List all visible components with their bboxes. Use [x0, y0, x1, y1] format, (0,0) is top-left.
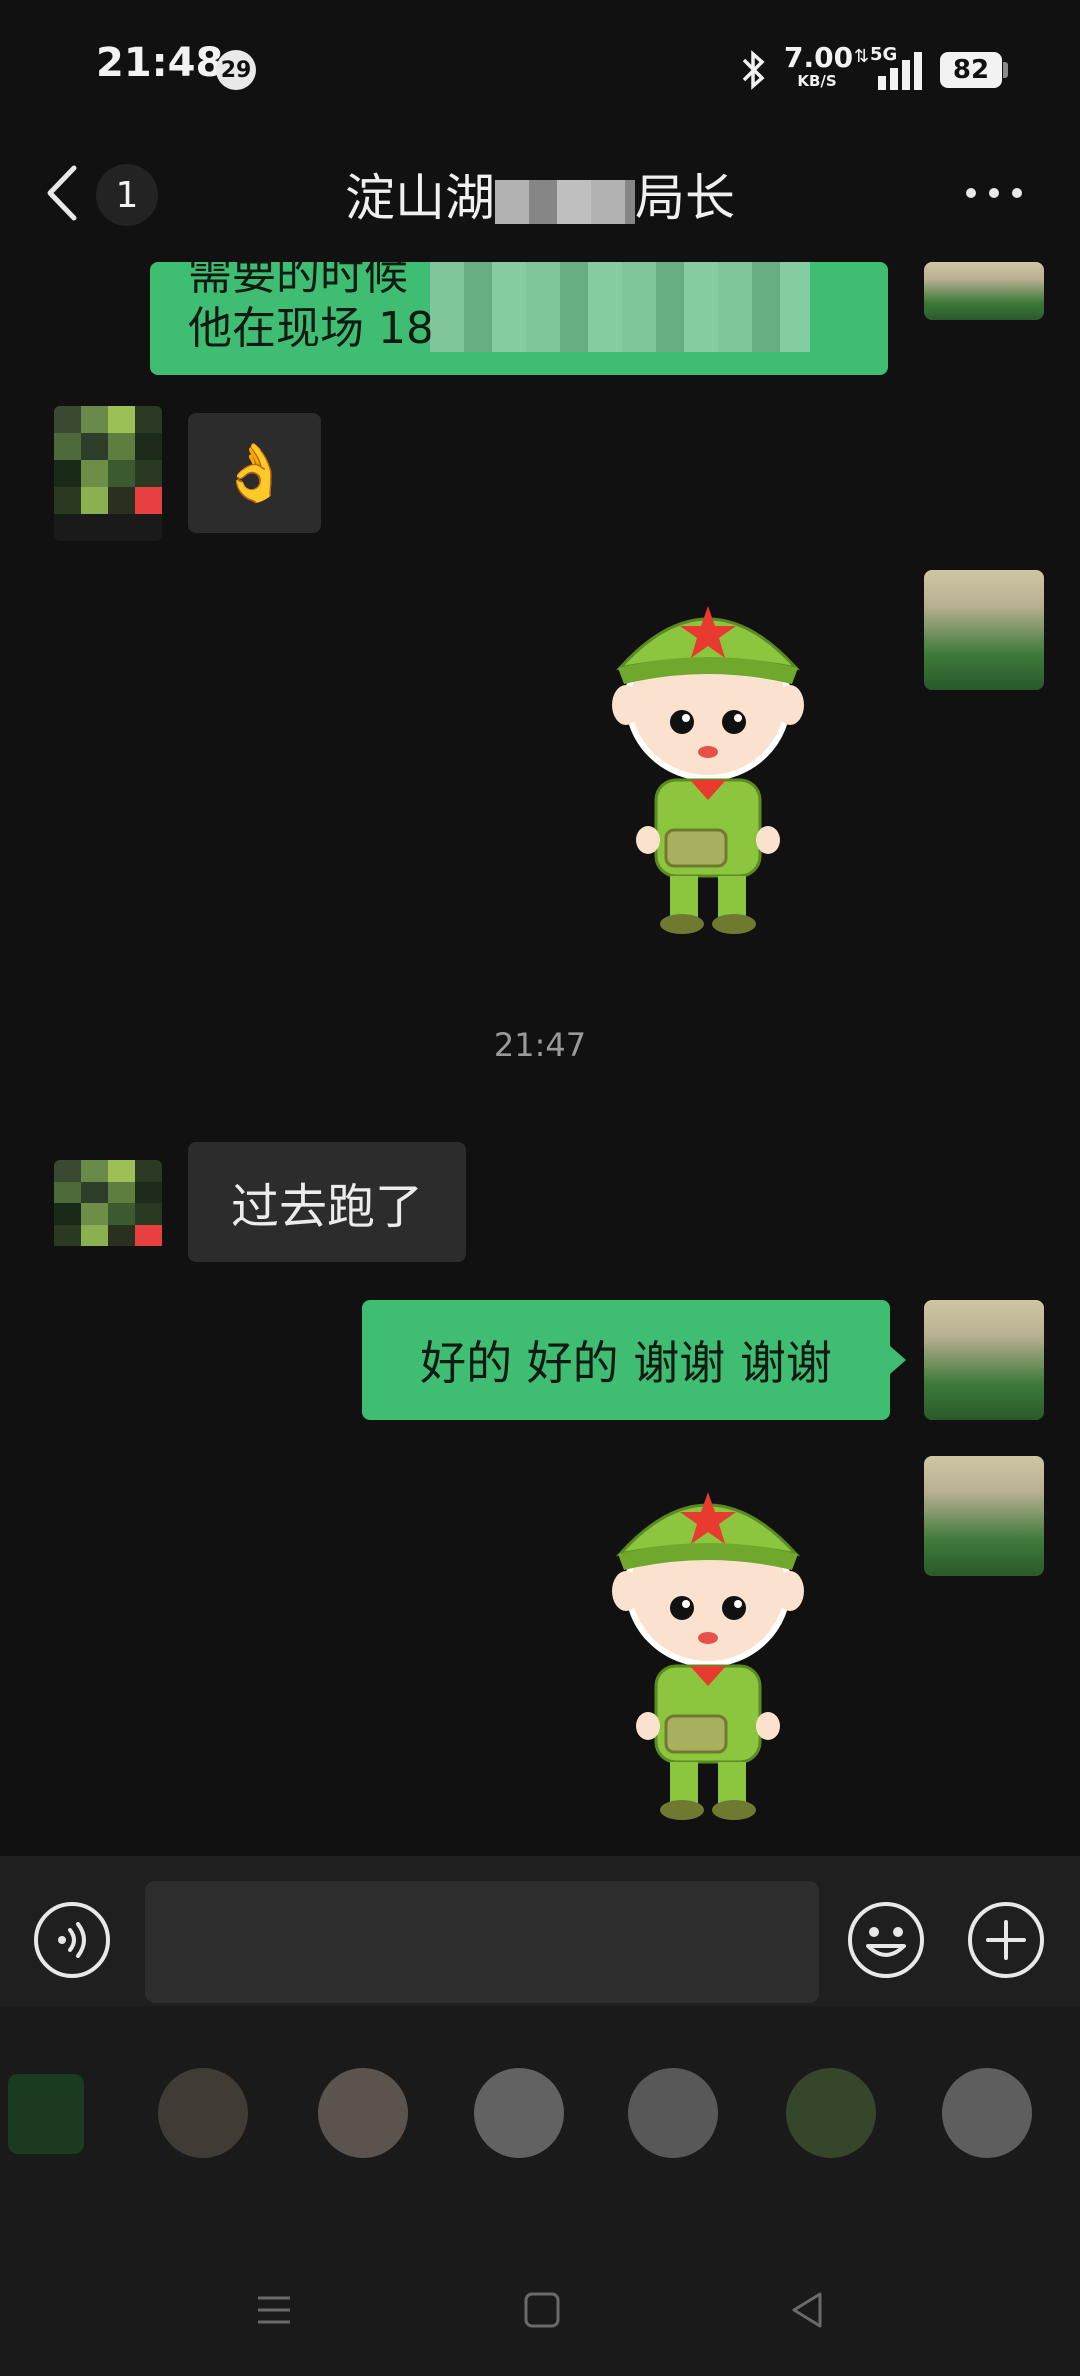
bluetooth-icon — [742, 50, 765, 90]
back-arrow-icon[interactable] — [40, 160, 84, 226]
notification-badge: 29 — [216, 50, 256, 90]
sticker-suggestion-item[interactable] — [8, 2074, 84, 2154]
home-nav-icon[interactable] — [522, 2290, 562, 2330]
chat-title-prefix: 淀山湖 — [345, 169, 495, 227]
voice-input-icon[interactable] — [32, 1900, 112, 1980]
back-nav-icon[interactable] — [788, 2290, 828, 2330]
emoji-icon[interactable] — [846, 1900, 926, 1980]
signal-icon — [878, 52, 922, 90]
avatar-me[interactable] — [924, 1456, 1044, 1576]
avatar-me[interactable] — [924, 570, 1044, 690]
avatar-me[interactable] — [924, 1300, 1044, 1420]
sticker-suggestion-item[interactable] — [158, 2068, 248, 2158]
soldier-sticker[interactable] — [576, 580, 840, 940]
plus-icon[interactable] — [966, 1900, 1046, 1980]
message-input[interactable] — [145, 1881, 819, 2003]
redacted-block — [495, 179, 635, 224]
chat-title: 淀山湖 局长 — [200, 158, 880, 230]
battery-cap — [1003, 62, 1008, 78]
menu-nav-icon[interactable] — [254, 2290, 294, 2330]
sticker-suggestion-item[interactable] — [942, 2068, 1032, 2158]
sticker-suggestion-item[interactable] — [786, 2068, 876, 2158]
avatar-other[interactable] — [54, 406, 162, 541]
avatar-other[interactable] — [54, 1160, 162, 1268]
network-speed-value: 7.00 — [784, 41, 854, 74]
message-text: 好的 好的 谢谢 谢谢 — [420, 1336, 832, 1390]
sticker-suggestion-item[interactable] — [628, 2068, 718, 2158]
redacted-block — [430, 262, 810, 352]
message-bubble-me[interactable]: 需要的时候 他在现场 18 — [150, 262, 888, 375]
data-arrows-icon: ⇅ — [854, 46, 870, 67]
message-bubble-me[interactable]: 好的 好的 谢谢 谢谢 — [362, 1300, 890, 1420]
battery-indicator: 82 — [940, 52, 1002, 88]
message-text-line: 他在现场 18 — [188, 303, 434, 354]
network-speed-unit: KB/S — [797, 72, 837, 90]
sticker-suggestion-item[interactable] — [318, 2068, 408, 2158]
network-speed: 7.00 KB/S — [784, 41, 854, 90]
message-bubble-other[interactable]: 👌 — [188, 413, 321, 533]
sticker-suggestion-item[interactable] — [474, 2068, 564, 2158]
chat-title-suffix: 局长 — [635, 169, 735, 227]
message-text: 过去跑了 — [230, 1179, 423, 1235]
timestamp-separator: 21:47 — [493, 1026, 587, 1064]
soldier-sticker[interactable] — [576, 1466, 840, 1826]
unread-count-badge[interactable]: 1 — [96, 164, 158, 226]
avatar-me[interactable] — [924, 262, 1044, 320]
ok-hand-emoji: 👌 — [219, 441, 290, 506]
status-time: 21:48 — [96, 40, 224, 86]
message-bubble-other[interactable]: 过去跑了 — [188, 1142, 466, 1262]
more-options-icon[interactable] — [964, 186, 1024, 200]
bubble-tail — [890, 1346, 906, 1374]
